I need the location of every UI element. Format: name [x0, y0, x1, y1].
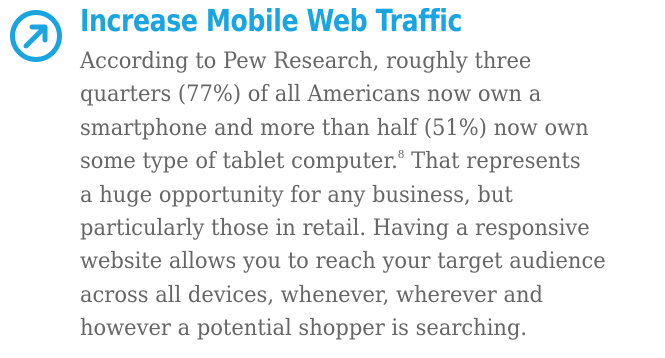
paragraph-line-2: quarters (77%) of all Americans now own … [80, 82, 542, 108]
body-paragraph: According to Pew Research, roughly three… [80, 45, 665, 346]
content-section: Increase Mobile Web Traffic According to… [0, 0, 665, 358]
paragraph-line-4-end: That represents [404, 149, 581, 175]
paragraph-line-8: across all devices, whenever, wherever a… [80, 282, 543, 308]
footnote-reference: 8 [397, 148, 405, 162]
paragraph-line-7: website allows you to reach your target … [80, 249, 606, 275]
paragraph-line-9: however a potential shopper is searching… [80, 316, 528, 342]
paragraph-line-1: According to Pew Research, roughly three [80, 49, 532, 74]
section-heading: Increase Mobile Web Traffic [80, 4, 463, 39]
arrow-up-right-circle-icon [10, 10, 62, 62]
paragraph-line-5: a huge opportunity for any business, but [80, 182, 513, 208]
paragraph-line-4: some type of tablet computer.8 That repr… [80, 145, 639, 178]
paragraph-line-6: particularly those in retail. Having a r… [80, 216, 590, 242]
paragraph-line-3: smartphone and more than half (51%) now … [80, 115, 589, 141]
paragraph-line-4-start: some type of tablet computer. [80, 149, 398, 175]
